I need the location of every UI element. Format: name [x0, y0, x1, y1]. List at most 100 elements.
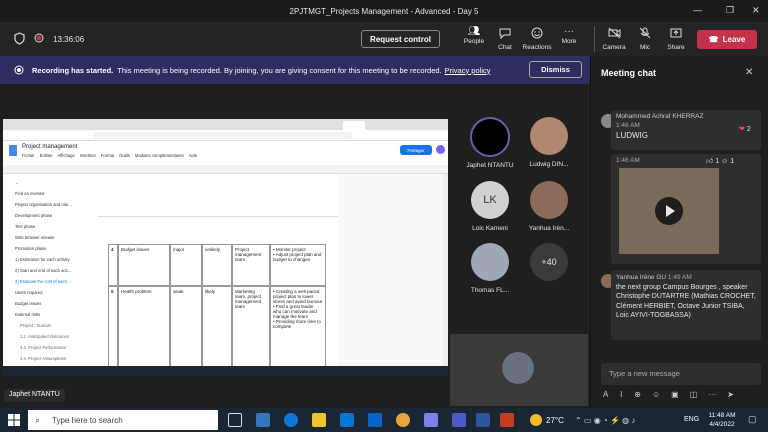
minimize-icon[interactable]: — — [693, 5, 702, 15]
back-arrow-icon[interactable]: ← — [15, 180, 19, 185]
shield-icon — [14, 32, 25, 45]
format-icon[interactable]: A — [603, 390, 608, 404]
chrome-icon[interactable] — [396, 413, 410, 427]
message-input[interactable]: Type a new message — [601, 363, 761, 385]
participant-tile[interactable]: Japhet NTANTU — [460, 117, 520, 169]
browser-address-bar[interactable] — [3, 130, 448, 141]
outline-item[interactable]: 2) Start and end of each acti... — [15, 268, 71, 273]
taskbar-clock[interactable]: 11:48 AM 4/4/2022 — [704, 411, 740, 429]
store-icon[interactable] — [340, 413, 354, 427]
chat-message[interactable]: Mohammed Achraf KHERRAZ 1:46 AM LUDWIG ❤… — [611, 110, 761, 150]
toolbar-divider — [594, 26, 595, 52]
send-icon[interactable]: ➤ — [727, 390, 734, 404]
doc-title[interactable]: Project management — [22, 144, 77, 150]
chat-panel: Meeting chat ✕ Mohammed Achraf KHERRAZ 1… — [590, 56, 768, 408]
chat-button[interactable]: Chat — [493, 26, 517, 54]
browser-tab-active[interactable] — [343, 121, 365, 130]
docs-share-button[interactable]: Partager — [400, 145, 432, 155]
participant-tile[interactable]: Ludwig DIN... — [518, 117, 580, 168]
participant-tile[interactable]: Yanhua Irèn... — [518, 181, 580, 232]
outline-item[interactable]: Find an investor — [15, 191, 45, 196]
loop-icon[interactable]: ⊕ — [634, 390, 641, 404]
search-icon: ⌕ — [35, 415, 41, 425]
teams-icon[interactable] — [452, 413, 466, 427]
chat-message[interactable]: Yanhua Irène GU 1:49 AM the next group C… — [611, 270, 761, 340]
file-explorer-icon[interactable] — [312, 413, 326, 427]
menu-item[interactable]: Outils — [119, 153, 130, 158]
participant-tile[interactable]: LK Loic Kameni — [460, 181, 520, 232]
outline-item[interactable]: 4.4. Project Assumptions — [20, 356, 66, 361]
dismiss-button[interactable]: Dismiss — [529, 61, 582, 78]
maximize-icon[interactable]: ❐ — [726, 5, 734, 16]
outline-item[interactable]: Promotion phase — [15, 246, 47, 251]
mail-icon[interactable] — [368, 413, 382, 427]
gif-image[interactable] — [619, 168, 719, 254]
play-icon[interactable] — [655, 197, 683, 225]
word-icon[interactable] — [476, 413, 490, 427]
reaction-heart[interactable]: ❤ 2 — [739, 125, 751, 133]
edge-icon[interactable] — [284, 413, 298, 427]
menu-item[interactable]: Modules complémentaires — [135, 153, 184, 158]
more-options-icon[interactable]: ··· — [708, 390, 716, 404]
emoji-icon[interactable]: ☺ — [652, 390, 660, 404]
menu-item[interactable]: Aide — [189, 153, 197, 158]
system-tray-icons[interactable]: ⌃ ▭ ◉ ◔ ⚡ ◍ ♪ — [575, 416, 635, 425]
doc-scrollbar[interactable] — [443, 174, 448, 376]
gif-icon[interactable]: ▣ — [671, 390, 679, 404]
weather-temp[interactable]: 27°C — [546, 416, 564, 425]
action-item: • Creating a well-paced project plan to … — [273, 289, 323, 304]
powerpoint-icon[interactable] — [500, 413, 514, 427]
outline-item-active[interactable]: 3) Estimate the cost of each ... — [15, 279, 72, 284]
input-language[interactable]: ENG — [684, 416, 699, 423]
url-field[interactable] — [93, 132, 353, 139]
participant-tile[interactable]: Thomas FL... — [460, 243, 520, 294]
more-button[interactable]: ··· More — [557, 26, 581, 54]
reaction-like[interactable]: 👍︎ 1 ☺ 1 — [706, 156, 734, 165]
outline-item[interactable]: Budget issues — [15, 301, 41, 306]
camera-button[interactable]: Camera — [601, 26, 627, 54]
menu-item[interactable]: Fichier — [22, 153, 35, 158]
attach-icon[interactable]: ⌇ — [619, 390, 623, 404]
table-cell: likely — [202, 286, 232, 376]
reactions-button[interactable]: Reactions — [522, 26, 552, 54]
sticker-icon[interactable]: ◫ — [690, 390, 698, 404]
menu-item[interactable]: Édition — [40, 153, 53, 158]
shared-screen: Project management Fichier Édition Affic… — [3, 119, 448, 376]
outline-item[interactable]: Project : Sunrain — [20, 323, 51, 328]
mic-button[interactable]: Mic — [634, 26, 656, 54]
banner-title: Recording has started. — [32, 65, 114, 75]
outline-item[interactable]: 4.3. Project Performance — [20, 345, 66, 350]
outline-item[interactable]: Project organization and role... — [15, 202, 72, 207]
windows-start-icon[interactable] — [8, 414, 20, 426]
privacy-policy-link[interactable]: Privacy policy — [445, 66, 491, 75]
close-window-icon[interactable]: ✕ — [752, 5, 760, 16]
outline-item[interactable]: Users required — [15, 290, 42, 295]
table-cell: Project management team — [232, 244, 270, 286]
close-chat-icon[interactable]: ✕ — [745, 67, 753, 78]
menu-item[interactable]: Format — [101, 153, 114, 158]
doc-page[interactable]: 4 Budget issues major unlikely Project m… — [98, 174, 338, 376]
account-avatar[interactable] — [436, 145, 445, 154]
chat-message[interactable]: 1:46 AM 👍︎ 1 ☺ 1 — [611, 154, 761, 264]
taskbar-search-input[interactable]: Type here to search — [28, 410, 218, 430]
more-participants-button[interactable]: +40 — [518, 243, 580, 281]
outline-item[interactable]: Development phase — [15, 213, 52, 218]
app-icon[interactable] — [424, 413, 438, 427]
notification-icon[interactable]: ▢ — [748, 414, 757, 425]
outline-item[interactable]: Test phase — [15, 224, 35, 229]
weather-icon — [530, 414, 542, 426]
leave-button[interactable]: ☎︎ Leave — [697, 30, 757, 49]
docs-format-toolbar[interactable] — [3, 165, 448, 174]
app-icon[interactable] — [256, 413, 270, 427]
menu-item[interactable]: Affichage — [57, 153, 74, 158]
people-button[interactable]: 👥︎ People — [462, 26, 486, 54]
menu-item[interactable]: Insertion — [80, 153, 96, 158]
outline-item[interactable]: 1.2. Anticipated Outcomes — [20, 334, 69, 339]
recording-banner: Recording has started. This meeting is b… — [0, 56, 590, 84]
share-button[interactable]: Share — [664, 26, 688, 54]
outline-item[interactable]: Web browser release — [15, 235, 55, 240]
outline-item[interactable]: External risks — [15, 312, 40, 317]
request-control-button[interactable]: Request control — [361, 30, 440, 48]
task-view-icon[interactable] — [228, 413, 242, 427]
outline-item[interactable]: 1) Estimation for each activity — [15, 257, 70, 262]
